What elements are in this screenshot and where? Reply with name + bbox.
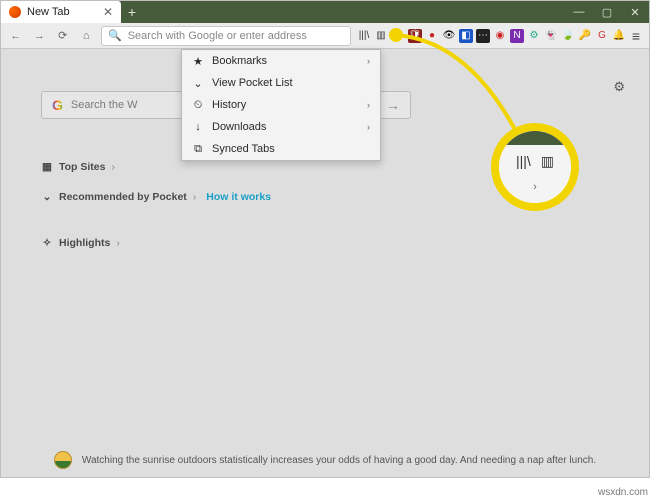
ext-g-icon[interactable]: G [595,29,609,43]
snippet-bar: Watching the sunrise outdoors statistica… [1,451,649,469]
firefox-favicon [9,6,21,18]
sidebar-icon[interactable]: ▥ [374,29,388,43]
ext-ublock-icon[interactable]: 🛡 [408,29,422,43]
top-sites-label: Top Sites [59,161,105,173]
sidebar-icon-zoom: ▥ [541,153,554,170]
ext-gear-icon[interactable]: ⚙ [527,29,541,43]
submenu-arrow-icon: › [367,100,370,110]
address-bar[interactable]: 🔍 Search with Google or enter address [101,26,351,46]
ext-square-icon[interactable]: ⋯ [476,29,490,43]
pocket-icon: ⌄ [41,191,53,203]
ext-ghost-icon[interactable]: 👻 [544,29,558,43]
star-icon: ★ [192,55,204,68]
section-highlights[interactable]: ✧ Highlights › [41,237,609,249]
library-icon[interactable]: |||\ [357,29,371,43]
chevron-right-icon: › [111,161,115,173]
address-placeholder: Search with Google or enter address [128,30,307,42]
ext-onenote-icon[interactable]: N [510,29,524,43]
snippet-text: Watching the sunrise outdoors statistica… [82,455,596,466]
how-it-works-link[interactable]: How it works [206,191,271,203]
search-go-icon[interactable]: → [386,97,400,113]
forward-button[interactable]: → [31,27,49,45]
tab-strip: New Tab ✕ + — ▢ ✕ [1,1,649,23]
snippet-icon [54,451,72,469]
chevron-right-icon: › [116,237,120,249]
google-logo-icon: G [52,97,63,113]
browser-window: New Tab ✕ + — ▢ ✕ ← → ⟳ ⌂ 🔍 Search with … [0,0,650,478]
menu-bookmarks-label: Bookmarks [212,55,267,67]
ext-capture-icon[interactable]: 👁 [442,29,456,43]
menu-synced-label: Synced Tabs [212,143,275,155]
menu-synced-tabs[interactable]: ⧉ Synced Tabs [182,138,380,160]
submenu-arrow-icon: › [367,122,370,132]
search-placeholder: Search the W [71,99,138,111]
window-close[interactable]: ✕ [621,1,649,23]
newtab-settings-icon[interactable]: ⚙ [613,79,625,95]
pocket-icon: ⌄ [192,77,204,90]
window-maximize[interactable]: ▢ [593,1,621,23]
hamburger-menu[interactable]: ≡ [629,29,643,43]
menu-downloads[interactable]: ↓ Downloads › [182,116,380,138]
tab-close-icon[interactable]: ✕ [103,5,113,19]
ext-dark-icon[interactable]: ● [425,29,439,43]
library-icon-zoom: |||\ [516,153,531,170]
ext-key-icon[interactable]: 🔑 [578,29,592,43]
ext-adblock-icon[interactable]: ◉ [493,29,507,43]
history-icon: ⏲ [192,99,204,112]
window-controls: — ▢ ✕ [565,1,649,23]
ext-leaf-icon[interactable]: 🍃 [561,29,575,43]
callout-origin-dot [389,28,403,42]
submenu-arrow-icon: › [367,56,370,66]
menu-history-label: History [212,99,246,111]
nav-toolbar: ← → ⟳ ⌂ 🔍 Search with Google or enter ad… [1,23,649,49]
tab-title: New Tab [27,6,97,18]
window-minimize[interactable]: — [565,1,593,23]
ext-container-icon[interactable]: ◧ [459,29,473,43]
home-button[interactable]: ⌂ [78,27,96,45]
ext-bell-icon[interactable]: 🔔 [612,29,626,43]
chevron-right-icon: › [193,191,197,203]
search-icon: 🔍 [108,29,122,42]
menu-caret-zoom: › [533,181,537,193]
new-tab-button[interactable]: + [121,1,143,23]
highlights-icon: ✧ [41,237,53,249]
synced-icon: ⧉ [192,143,204,156]
highlights-label: Highlights [59,237,110,249]
menu-bookmarks[interactable]: ★ Bookmarks › [182,50,380,72]
menu-downloads-label: Downloads [212,121,266,133]
tab-active[interactable]: New Tab ✕ [1,1,121,23]
reload-button[interactable]: ⟳ [54,27,72,45]
grid-icon: ▦ [41,161,53,173]
menu-pocket-label: View Pocket List [212,77,293,89]
callout-magnifier: |||\ ▥ › [491,123,579,211]
watermark: wsxdn.com [598,487,648,498]
library-menu: ★ Bookmarks › ⌄ View Pocket List ⏲ Histo… [181,49,381,161]
recommended-label: Recommended by Pocket [59,191,187,203]
download-icon: ↓ [192,121,204,133]
menu-pocket[interactable]: ⌄ View Pocket List [182,72,380,94]
menu-history[interactable]: ⏲ History › [182,94,380,116]
back-button[interactable]: ← [7,27,25,45]
